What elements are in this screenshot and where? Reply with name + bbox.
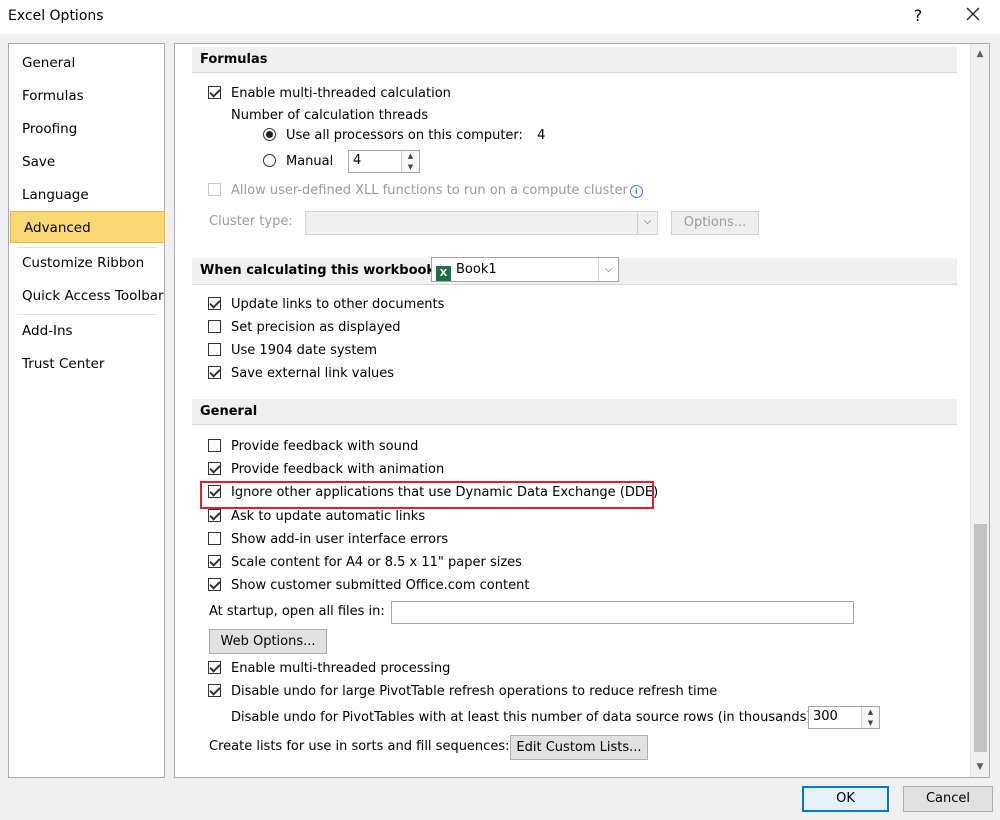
sidebar-item-advanced[interactable]: Advanced <box>10 211 165 243</box>
threads-label: Number of calculation threads <box>231 108 429 123</box>
sidebar-item-general[interactable]: General <box>9 47 164 79</box>
general-option-update-links[interactable]: Ask to update automatic links <box>208 507 425 527</box>
feedback-animation-checkbox[interactable] <box>208 462 221 475</box>
close-icon <box>966 7 980 21</box>
ask-update-links-label: Ask to update automatic links <box>231 509 426 524</box>
save-external-checkbox[interactable] <box>208 366 221 379</box>
cluster-type-select[interactable]: ⌵ <box>305 211 658 235</box>
disable-undo-option[interactable]: Disable undo for large PivotTable refres… <box>208 682 717 702</box>
cluster-type-label: Cluster type: <box>209 214 293 229</box>
sidebar-item-proofing[interactable]: Proofing <box>9 113 164 145</box>
workbook-name: Book1 <box>456 262 497 277</box>
spin-up-icon[interactable]: ▲ <box>862 707 879 718</box>
manual-threads-value: 4 <box>353 153 362 168</box>
title-bar: Excel Options ? <box>0 0 1000 34</box>
date-1904-checkbox[interactable] <box>208 343 221 356</box>
disable-undo-rows-value: 300 <box>813 709 838 724</box>
workbook-option-1904[interactable]: Use 1904 date system <box>208 341 377 361</box>
sidebar-nav: General Formulas Proofing Save Language … <box>8 43 165 778</box>
use-all-processors-radio[interactable] <box>263 128 276 141</box>
highlight-box <box>200 481 654 509</box>
general-option-office-content[interactable]: Show customer submitted Office.com conte… <box>208 576 529 596</box>
multithreaded-calc-label: Enable multi-threaded calculation <box>231 86 451 101</box>
xll-cluster-checkbox[interactable] <box>208 183 221 196</box>
xll-cluster-label: Allow user-defined XLL functions to run … <box>231 183 628 198</box>
multithreaded-calc-option[interactable]: Enable multi-threaded calculation <box>208 84 451 104</box>
spin-down-icon[interactable]: ▼ <box>402 162 419 173</box>
startup-folder-label: At startup, open all files in: <box>209 604 385 619</box>
workbook-select[interactable]: X Book1 ⌵ <box>431 257 619 282</box>
multithreaded-processing-checkbox[interactable] <box>208 661 221 674</box>
section-heading-general: General <box>192 399 957 425</box>
update-links-label: Update links to other documents <box>231 297 445 312</box>
use-all-processors-label: Use all processors on this computer: <box>286 128 523 143</box>
precision-label: Set precision as displayed <box>231 320 401 335</box>
section-heading-formulas: Formulas <box>192 47 957 73</box>
sidebar-item-customize-ribbon[interactable]: Customize Ribbon <box>9 247 164 279</box>
scale-content-label: Scale content for A4 or 8.5 x 11" paper … <box>231 555 522 570</box>
disable-undo-rows-label: Disable undo for PivotTables with at lea… <box>231 710 816 725</box>
chevron-down-icon: ⌵ <box>637 212 657 234</box>
precision-checkbox[interactable] <box>208 320 221 333</box>
disable-undo-label: Disable undo for large PivotTable refres… <box>231 684 718 699</box>
scroll-down-icon[interactable]: ▼ <box>971 757 989 777</box>
office-content-label: Show customer submitted Office.com conte… <box>231 578 530 593</box>
edit-custom-lists-button[interactable]: Edit Custom Lists... <box>510 735 648 760</box>
manual-threads-radio[interactable] <box>263 154 276 167</box>
general-option-scale-content[interactable]: Scale content for A4 or 8.5 x 11" paper … <box>208 553 522 573</box>
workbook-option-save-external[interactable]: Save external link values <box>208 364 394 384</box>
feedback-sound-label: Provide feedback with sound <box>231 439 419 454</box>
office-content-checkbox[interactable] <box>208 578 221 591</box>
manual-threads-spinner[interactable]: ▲ ▼ <box>401 151 419 172</box>
cluster-options-button[interactable]: Options... <box>671 211 759 235</box>
update-links-checkbox[interactable] <box>208 297 221 310</box>
manual-threads-option[interactable]: Manual <box>263 152 333 172</box>
window-title: Excel Options <box>8 8 104 24</box>
date-1904-label: Use 1904 date system <box>231 343 378 358</box>
ok-button[interactable]: OK <box>802 786 889 812</box>
options-panel: Formulas Enable multi-threaded calculati… <box>174 43 990 778</box>
xll-cluster-option[interactable]: Allow user-defined XLL functions to run … <box>208 181 643 201</box>
sidebar-item-save[interactable]: Save <box>9 146 164 178</box>
scale-content-checkbox[interactable] <box>208 555 221 568</box>
info-icon[interactable]: i <box>629 185 643 198</box>
custom-lists-label: Create lists for use in sorts and fill s… <box>209 739 510 754</box>
general-option-addin-errors[interactable]: Show add-in user interface errors <box>208 530 448 550</box>
sidebar-item-language[interactable]: Language <box>9 179 164 211</box>
feedback-sound-checkbox[interactable] <box>208 439 221 452</box>
scroll-thumb[interactable] <box>974 524 987 752</box>
disable-undo-checkbox[interactable] <box>208 684 221 697</box>
workbook-option-update-links[interactable]: Update links to other documents <box>208 295 444 315</box>
vertical-scrollbar[interactable]: ▲ ▼ <box>970 44 989 777</box>
sidebar-item-trust-center[interactable]: Trust Center <box>9 348 164 380</box>
cancel-button[interactable]: Cancel <box>903 786 993 812</box>
feedback-animation-label: Provide feedback with animation <box>231 462 445 477</box>
manual-threads-label: Manual <box>286 154 334 169</box>
close-button[interactable] <box>957 2 989 30</box>
startup-folder-input[interactable] <box>391 601 854 624</box>
sidebar-item-formulas[interactable]: Formulas <box>9 80 164 112</box>
general-option-animation[interactable]: Provide feedback with animation <box>208 460 444 480</box>
spin-down-icon[interactable]: ▼ <box>862 718 879 729</box>
disable-undo-rows-spinner[interactable]: ▲ ▼ <box>861 707 879 728</box>
ask-update-links-checkbox[interactable] <box>208 509 221 522</box>
save-external-label: Save external link values <box>231 366 395 381</box>
spin-up-icon[interactable]: ▲ <box>402 151 419 162</box>
addin-errors-label: Show add-in user interface errors <box>231 532 449 547</box>
workbook-option-precision[interactable]: Set precision as displayed <box>208 318 401 338</box>
help-button[interactable]: ? <box>903 2 933 30</box>
sidebar-item-quick-access-toolbar[interactable]: Quick Access Toolbar <box>9 280 164 312</box>
web-options-button[interactable]: Web Options... <box>209 629 327 654</box>
sidebar-item-add-ins[interactable]: Add-Ins <box>9 315 164 347</box>
scroll-up-icon[interactable]: ▲ <box>971 44 989 64</box>
general-option-sound[interactable]: Provide feedback with sound <box>208 437 418 457</box>
multithreaded-processing-label: Enable multi-threaded processing <box>231 661 451 676</box>
processor-count: 4 <box>537 128 546 143</box>
multithreaded-processing-option[interactable]: Enable multi-threaded processing <box>208 659 450 679</box>
use-all-processors-option[interactable]: Use all processors on this computer: 4 <box>263 126 545 146</box>
addin-errors-checkbox[interactable] <box>208 532 221 545</box>
chevron-down-icon: ⌵ <box>598 258 618 281</box>
multithreaded-calc-checkbox[interactable] <box>208 86 221 99</box>
excel-workbook-icon: X <box>436 266 451 281</box>
